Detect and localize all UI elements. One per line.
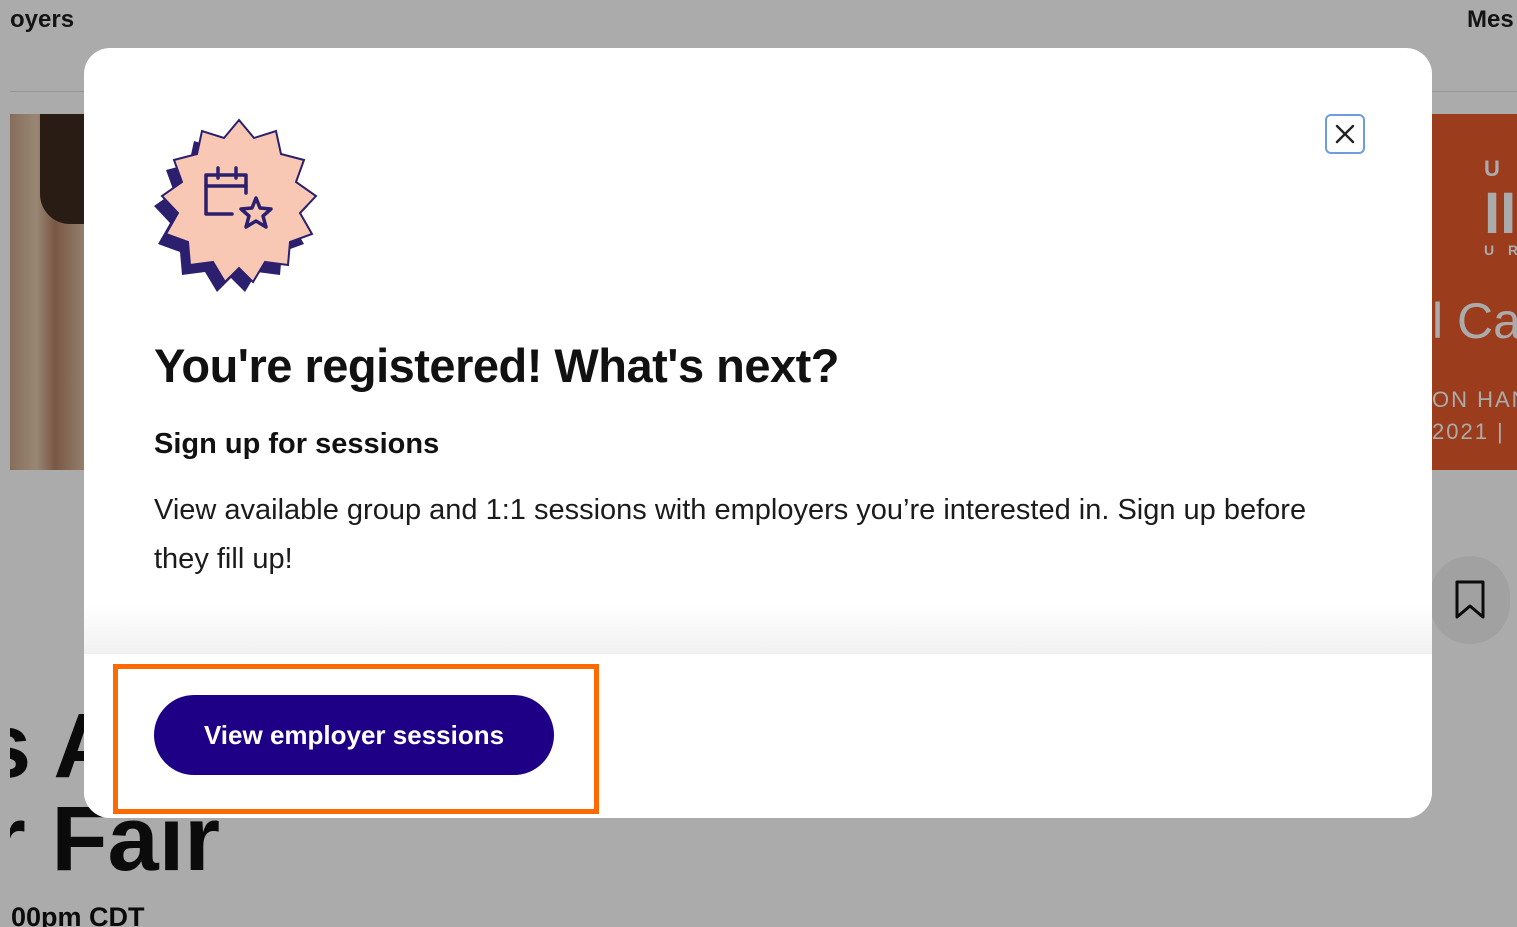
section-description: View available group and 1:1 sessions wi… — [154, 494, 1307, 575]
highlight-box — [113, 664, 599, 814]
calendar-star-icon — [154, 118, 318, 292]
close-button[interactable] — [1325, 114, 1365, 154]
section-heading: Sign up for sessions — [154, 428, 440, 460]
footer-shadow — [84, 604, 1432, 654]
close-icon — [1335, 124, 1355, 144]
dialog-title: You're registered! What's next? — [154, 339, 840, 392]
